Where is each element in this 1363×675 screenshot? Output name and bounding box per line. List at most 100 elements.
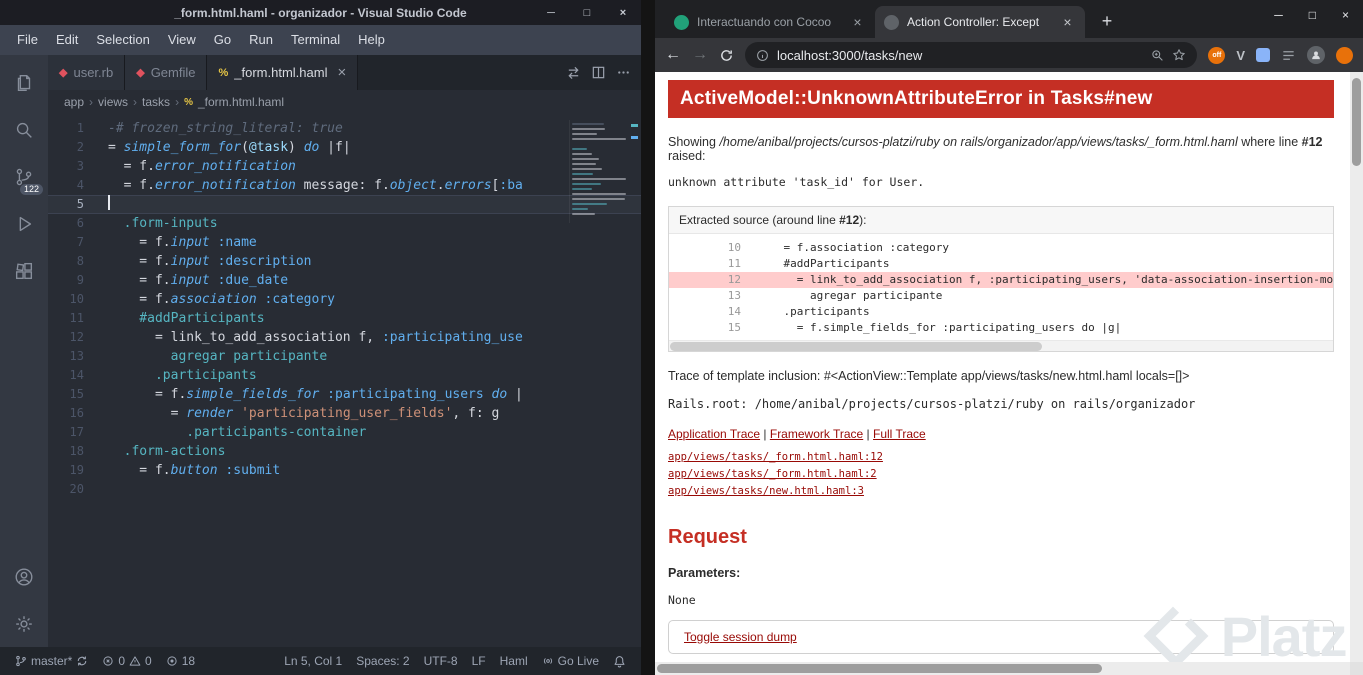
trace-tab-framework-trace[interactable]: Framework Trace — [770, 427, 863, 441]
bookmark-star-icon[interactable] — [1172, 48, 1186, 62]
trace-tab-application-trace[interactable]: Application Trace — [668, 427, 760, 441]
profile-avatar[interactable] — [1307, 46, 1325, 64]
code-line-13[interactable]: 13 agregar participante — [48, 347, 641, 366]
code-line-10[interactable]: 10 = f.association :category — [48, 290, 641, 309]
explorer-icon[interactable] — [0, 59, 48, 106]
code-line-5[interactable]: 5 — [48, 195, 641, 214]
line-number[interactable]: 6 — [48, 214, 108, 233]
menu-view[interactable]: View — [159, 25, 205, 55]
minimize-button[interactable]: ─ — [1274, 8, 1283, 22]
minimap[interactable] — [569, 120, 627, 223]
statusbar-indentation[interactable]: Spaces: 2 — [349, 654, 416, 668]
v-extension-icon[interactable]: V — [1236, 48, 1245, 63]
url-text[interactable]: localhost:3000/tasks/new — [777, 48, 1143, 63]
open-changes-icon[interactable] — [566, 65, 581, 80]
maximize-button[interactable]: □ — [1309, 8, 1316, 22]
menu-edit[interactable]: Edit — [47, 25, 87, 55]
line-number[interactable]: 3 — [48, 157, 108, 176]
close-button[interactable]: × — [605, 0, 641, 25]
code-line-11[interactable]: 11 #addParticipants — [48, 309, 641, 328]
code-line-19[interactable]: 19 = f.button :submit — [48, 461, 641, 480]
line-number[interactable]: 9 — [48, 271, 108, 290]
line-number[interactable]: 2 — [48, 138, 108, 157]
side-panel-icon[interactable] — [1281, 48, 1296, 63]
back-button[interactable]: ← — [665, 47, 681, 63]
code-editor[interactable]: 1 -# frozen_string_literal: true 2 = simple… — [48, 114, 641, 647]
statusbar-problems[interactable]: 0 0 — [95, 647, 158, 675]
adblock-extension-icon[interactable]: off — [1208, 46, 1226, 64]
code-line-16[interactable]: 16 = render 'participating_user_fields',… — [48, 404, 641, 423]
statusbar-go-live[interactable]: Go Live — [535, 654, 606, 668]
code-line-20[interactable]: 20 — [48, 480, 641, 499]
line-number[interactable]: 4 — [48, 176, 108, 195]
line-number[interactable]: 1 — [48, 119, 108, 138]
zoom-icon[interactable] — [1151, 49, 1164, 62]
close-button[interactable]: × — [1342, 8, 1349, 22]
menu-go[interactable]: Go — [205, 25, 240, 55]
statusbar-eol[interactable]: LF — [465, 654, 493, 668]
new-tab-button[interactable]: + — [1093, 7, 1121, 35]
tab-close-icon[interactable]: × — [849, 14, 866, 31]
statusbar-encoding[interactable]: UTF-8 — [417, 654, 465, 668]
editor-tab-user-rb[interactable]: ◆ user.rb — [48, 55, 126, 90]
breadcrumb-item[interactable]: _form.html.haml — [198, 95, 284, 109]
line-number[interactable]: 11 — [48, 309, 108, 328]
line-number[interactable]: 5 — [48, 195, 108, 214]
scrollbar-thumb[interactable] — [657, 664, 1102, 673]
site-info-icon[interactable] — [756, 49, 769, 62]
line-number[interactable]: 18 — [48, 442, 108, 461]
statusbar-count[interactable]: 18 — [159, 647, 202, 675]
line-number[interactable]: 16 — [48, 404, 108, 423]
line-number[interactable]: 7 — [48, 233, 108, 252]
reload-button[interactable] — [719, 48, 734, 63]
editor-tab--form-html-haml[interactable]: % _form.html.haml × — [207, 55, 359, 90]
breadcrumb-item[interactable]: views — [98, 95, 128, 109]
code-line-1[interactable]: 1 -# frozen_string_literal: true — [48, 119, 641, 138]
trace-file-link[interactable]: app/views/tasks/_form.html.haml:2 — [668, 466, 1334, 483]
line-number[interactable]: 12 — [48, 328, 108, 347]
statusbar-cursor-position[interactable]: Ln 5, Col 1 — [277, 654, 349, 668]
code-line-6[interactable]: 6 .form-inputs — [48, 214, 641, 233]
toggle-session-dump-link[interactable]: Toggle session dump — [684, 630, 797, 644]
extension-icon[interactable] — [1256, 48, 1270, 62]
code-line-18[interactable]: 18 .form-actions — [48, 442, 641, 461]
breadcrumb-item[interactable]: app — [64, 95, 84, 109]
extensions-icon[interactable] — [0, 247, 48, 294]
menu-help[interactable]: Help — [349, 25, 394, 55]
statusbar-language[interactable]: Haml — [493, 654, 535, 668]
forward-button[interactable]: → — [692, 47, 708, 63]
statusbar-branch[interactable]: master* — [8, 647, 95, 675]
code-line-7[interactable]: 7 = f.input :name — [48, 233, 641, 252]
line-number[interactable]: 20 — [48, 480, 108, 499]
code-line-12[interactable]: 12 = link_to_add_association f, :partici… — [48, 328, 641, 347]
code-line-3[interactable]: 3 = f.error_notification — [48, 157, 641, 176]
code-line-9[interactable]: 9 = f.input :due_date — [48, 271, 641, 290]
vertical-scrollbar[interactable] — [1350, 72, 1363, 662]
browser-menu-button[interactable] — [1336, 46, 1353, 64]
code-line-2[interactable]: 2 = simple_form_for(@task) do |f| — [48, 138, 641, 157]
line-number[interactable]: 19 — [48, 461, 108, 480]
tab-close-icon[interactable]: × — [1059, 14, 1076, 31]
code-line-14[interactable]: 14 .participants — [48, 366, 641, 385]
menu-terminal[interactable]: Terminal — [282, 25, 349, 55]
trace-tab-full-trace[interactable]: Full Trace — [873, 427, 926, 441]
line-number[interactable]: 14 — [48, 366, 108, 385]
code-line-4[interactable]: 4 = f.error_notification message: f.obje… — [48, 176, 641, 195]
browser-tab-1[interactable]: Interactuando con Cocoo × — [665, 6, 875, 38]
breadcrumb-item[interactable]: tasks — [142, 95, 170, 109]
line-number[interactable]: 13 — [48, 347, 108, 366]
search-icon[interactable] — [0, 106, 48, 153]
trace-file-link[interactable]: app/views/tasks/_form.html.haml:12 — [668, 449, 1334, 466]
scrollbar-thumb[interactable] — [670, 342, 1042, 351]
trace-file-link[interactable]: app/views/tasks/new.html.haml:3 — [668, 483, 1334, 500]
code-line-15[interactable]: 15 = f.simple_fields_for :participating_… — [48, 385, 641, 404]
settings-gear-icon[interactable] — [0, 600, 48, 647]
address-bar[interactable]: localhost:3000/tasks/new — [745, 42, 1198, 68]
line-number[interactable]: 15 — [48, 385, 108, 404]
line-number[interactable]: 17 — [48, 423, 108, 442]
browser-tab-2[interactable]: Action Controller: Except × — [875, 6, 1085, 38]
notifications-bell-icon[interactable] — [606, 655, 633, 668]
more-actions-icon[interactable] — [616, 65, 631, 80]
line-number[interactable]: 8 — [48, 252, 108, 271]
code-line-8[interactable]: 8 = f.input :description — [48, 252, 641, 271]
